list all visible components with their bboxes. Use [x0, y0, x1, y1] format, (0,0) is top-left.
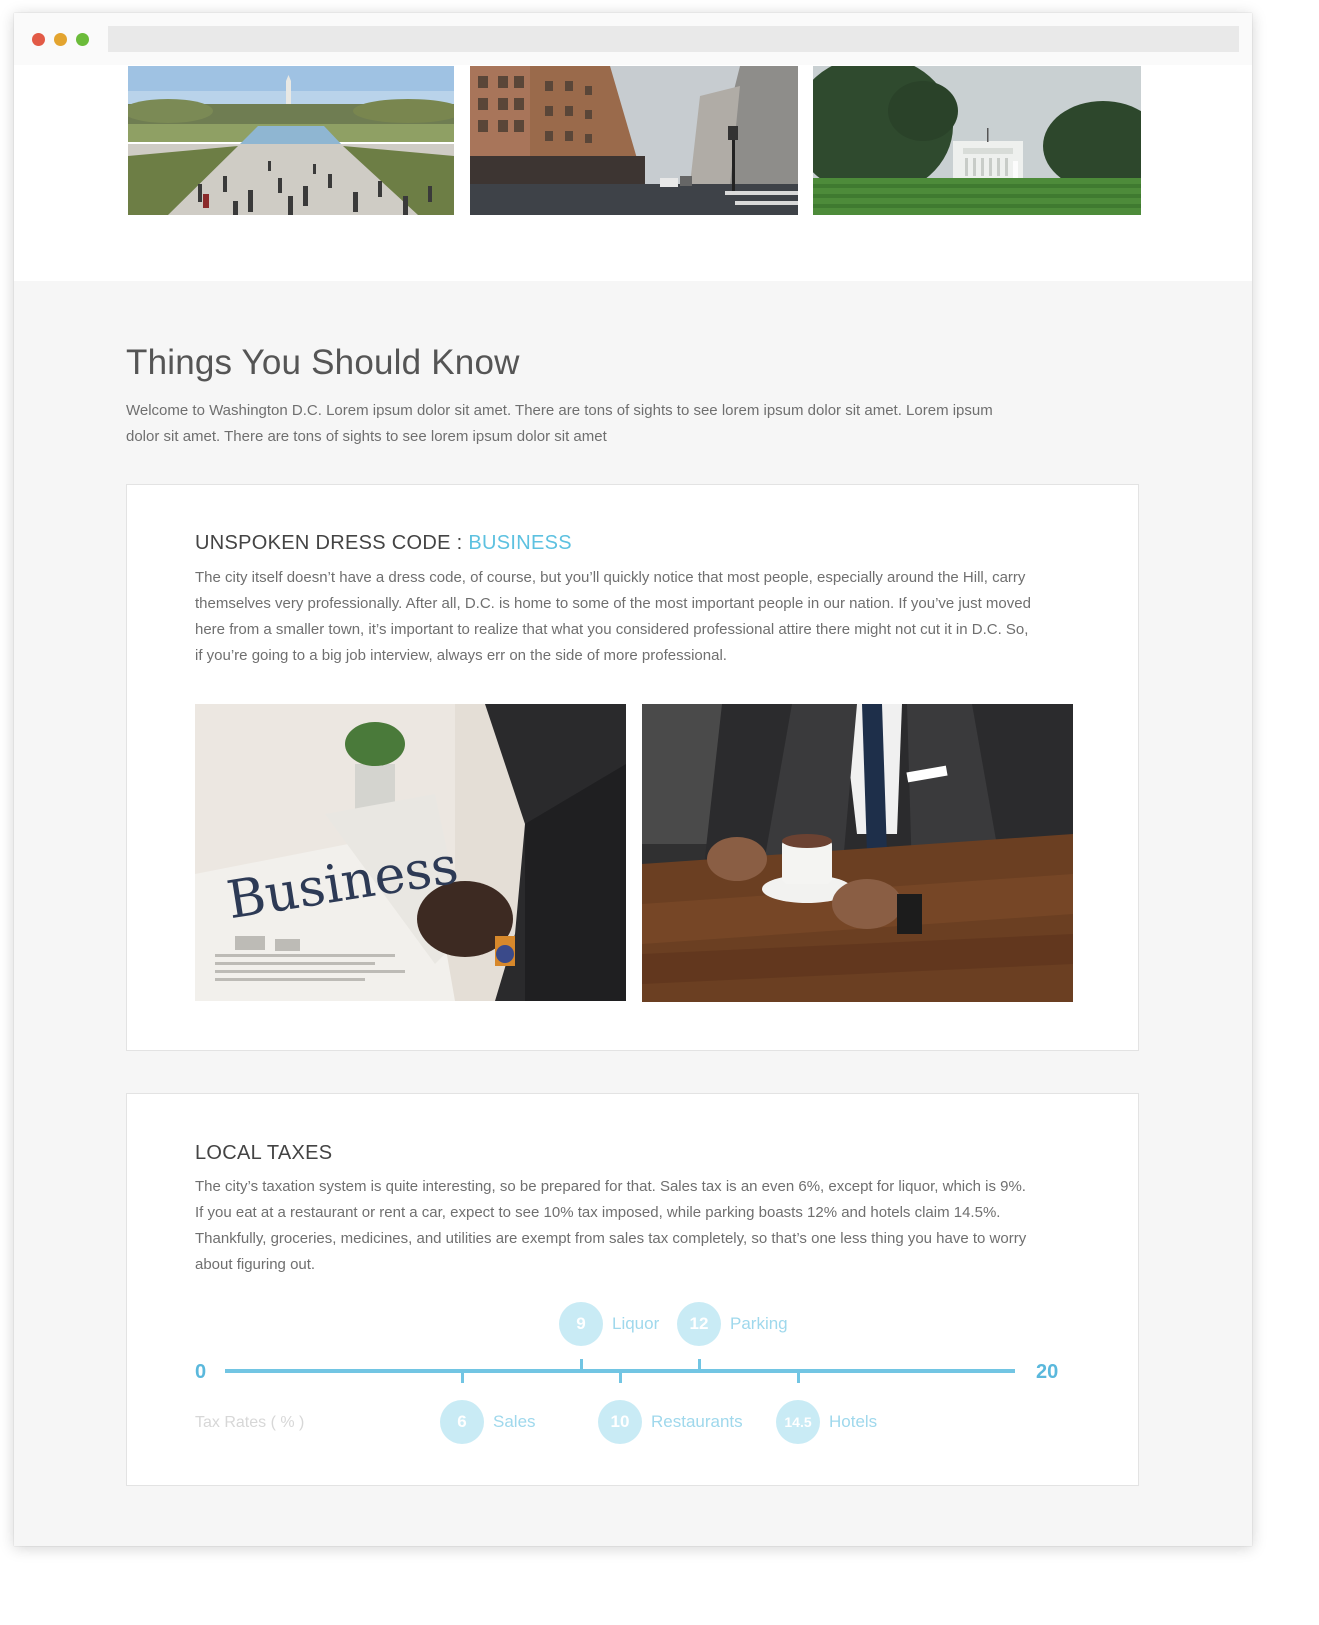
window-titlebar	[14, 13, 1252, 65]
axis-tick-liquor	[580, 1359, 583, 1369]
marker-label-parking: Parking	[730, 1314, 788, 1333]
marker-label-hotels: Hotels	[829, 1412, 878, 1431]
maximize-window-button[interactable]	[76, 33, 89, 46]
dress-code-title: UNSPOKEN DRESS CODE : BUSINESS	[195, 532, 572, 555]
browser-window: Things You Should Know Welcome to Washin…	[14, 13, 1252, 1546]
photo-gallery	[14, 65, 1252, 281]
businessman-coffee-photo	[642, 704, 1073, 1002]
marker-restaurants: 10	[598, 1400, 642, 1444]
dress-code-card: UNSPOKEN DRESS CODE : BUSINESS The city …	[126, 484, 1139, 1051]
page-title: Things You Should Know	[126, 343, 520, 382]
axis-tick-restaurants	[619, 1373, 622, 1383]
marker-sales: 6	[440, 1400, 484, 1444]
city-street-photo	[470, 66, 798, 215]
axis-min-label: 0	[195, 1361, 207, 1383]
marker-label-liquor: Liquor	[612, 1314, 660, 1333]
dress-code-text: The city itself doesn’t have a dress cod…	[195, 569, 1031, 664]
axis-caption: Tax Rates ( % )	[195, 1414, 305, 1431]
local-taxes-text: The city’s taxation system is quite inte…	[195, 1178, 1027, 1273]
local-taxes-card: LOCAL TAXES The city’s taxation system i…	[126, 1093, 1139, 1486]
axis-max-label: 20	[1036, 1361, 1059, 1383]
axis-tick-hotels	[797, 1373, 800, 1383]
business-newspaper-photo: Business	[195, 704, 626, 1001]
address-bar[interactable]	[108, 26, 1239, 52]
axis-tick-sales	[461, 1373, 464, 1383]
dress-code-title-prefix: UNSPOKEN DRESS CODE :	[195, 532, 469, 554]
minimize-window-button[interactable]	[54, 33, 67, 46]
marker-hotels: 14.5	[776, 1400, 820, 1444]
marker-label-sales: Sales	[493, 1412, 536, 1431]
close-window-button[interactable]	[32, 33, 45, 46]
marker-parking: 12	[677, 1302, 721, 1346]
national-mall-photo	[128, 66, 454, 215]
axis-tick-parking	[698, 1359, 701, 1369]
marker-liquor: 9	[559, 1302, 603, 1346]
intro-text: Welcome to Washington D.C. Lorem ipsum d…	[126, 402, 993, 445]
white-house-photo	[813, 66, 1141, 215]
marker-label-restaurants: Restaurants	[651, 1412, 743, 1431]
local-taxes-title: LOCAL TAXES	[195, 1142, 333, 1164]
dress-code-title-accent: BUSINESS	[468, 532, 572, 554]
